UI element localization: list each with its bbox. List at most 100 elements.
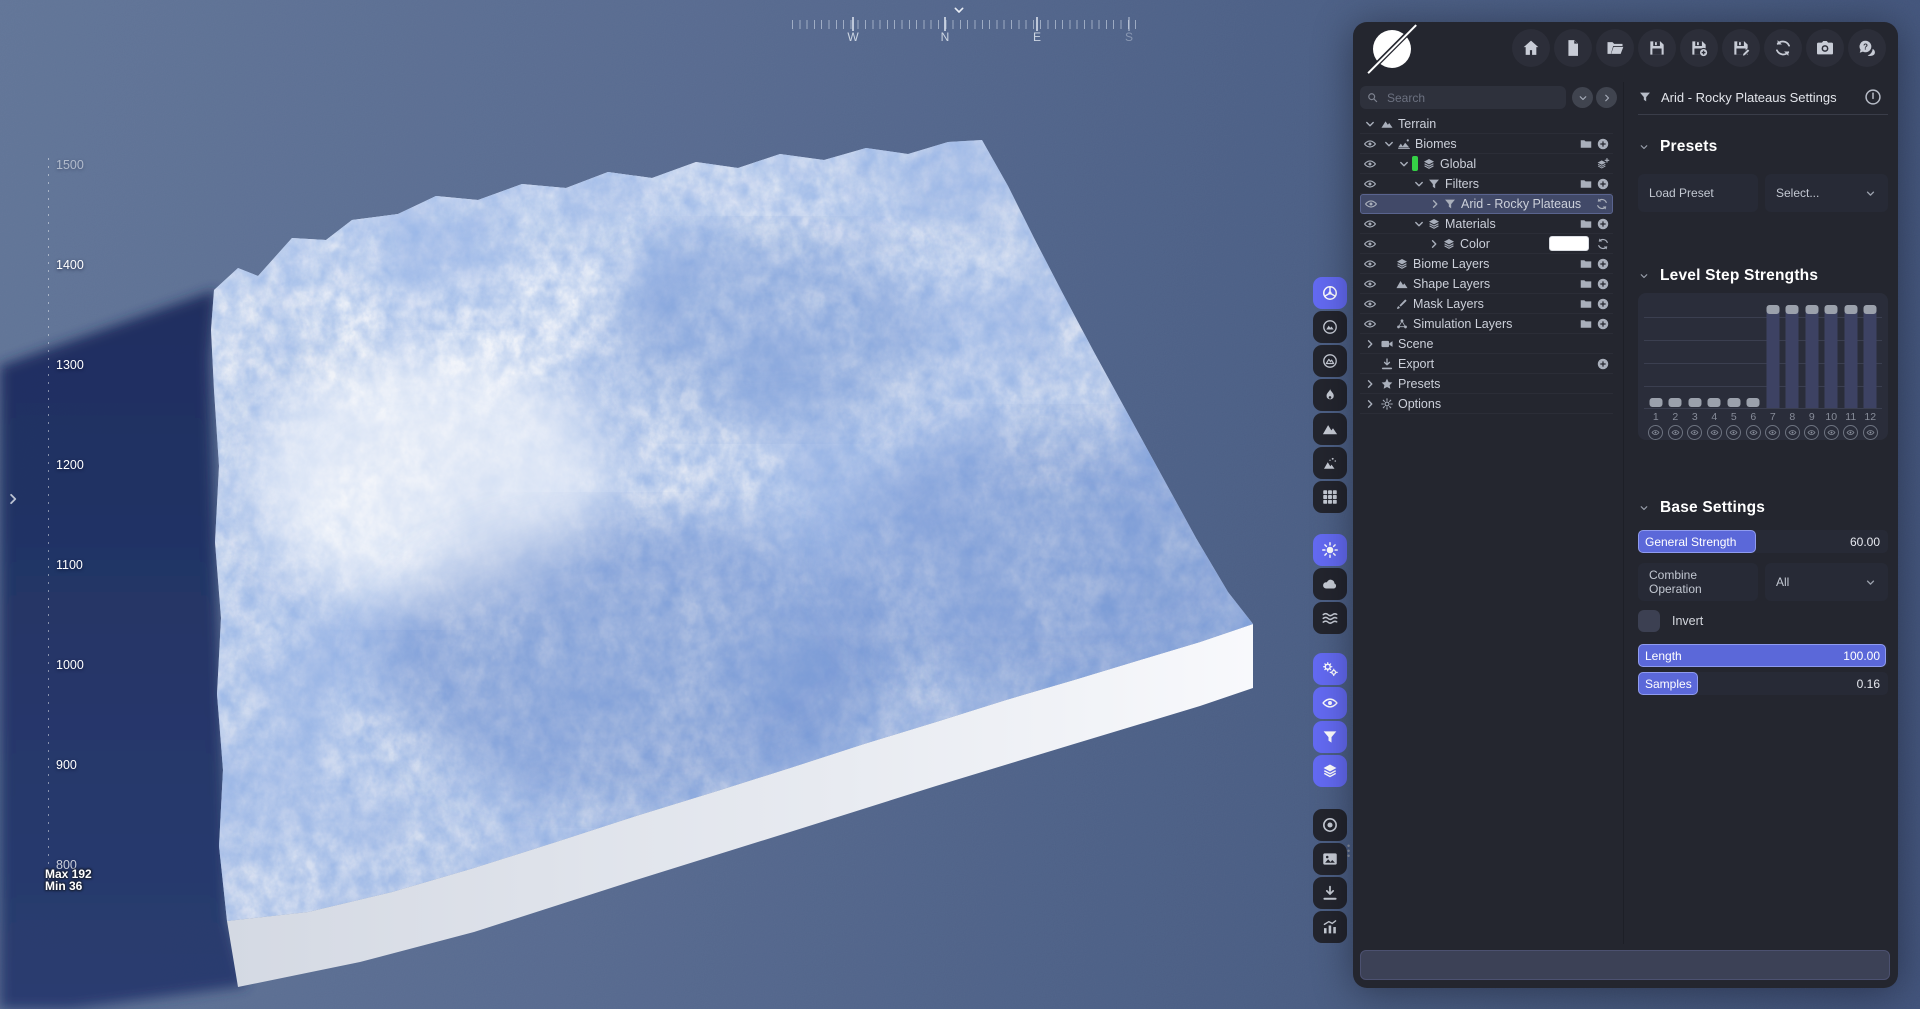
level-step-slider[interactable] (1666, 305, 1686, 409)
slider-handle[interactable] (1727, 398, 1740, 407)
tool-layers-button[interactable] (1313, 755, 1347, 787)
tool-sun-lighting-button[interactable] (1313, 534, 1347, 566)
chevron-down-icon[interactable] (1382, 137, 1396, 151)
level-step-slider[interactable] (1861, 305, 1881, 409)
tool-terrain-sphere-wire-button[interactable] (1313, 345, 1347, 377)
tree-row[interactable]: Simulation Layers (1360, 314, 1613, 334)
level-step-slider[interactable] (1783, 305, 1803, 409)
base-section-header[interactable]: Base Settings (1638, 499, 1765, 517)
slider-handle[interactable] (1649, 398, 1662, 407)
level-eye-toggle[interactable] (1785, 425, 1800, 440)
tree-row[interactable]: Mask Layers (1360, 294, 1613, 314)
chevron-right-icon[interactable] (1363, 377, 1377, 391)
sync-icon[interactable] (1596, 237, 1610, 251)
tool-snapshot-button[interactable] (1313, 843, 1347, 875)
chevron-right-icon[interactable] (1428, 197, 1442, 211)
slider-handle[interactable] (1844, 305, 1857, 314)
level-step-slider[interactable] (1841, 305, 1861, 409)
app-logo[interactable] (1370, 27, 1414, 71)
add-icon[interactable] (1596, 217, 1610, 231)
add-icon[interactable] (1596, 357, 1610, 371)
tree-row[interactable]: Materials (1360, 214, 1613, 234)
tree-row[interactable]: Terrain (1360, 114, 1613, 134)
combine-operation-select[interactable]: All (1765, 563, 1888, 601)
add-icon[interactable] (1596, 137, 1610, 151)
chevron-right-icon[interactable] (1363, 397, 1377, 411)
add-icon[interactable] (1596, 317, 1610, 331)
panel-resize-handle[interactable]: ••• (1347, 844, 1350, 859)
chevron-down-icon[interactable] (1412, 217, 1426, 231)
level-eye-toggle[interactable] (1824, 425, 1839, 440)
slider-handle[interactable] (1708, 398, 1721, 407)
add-icon[interactable] (1596, 177, 1610, 191)
chevron-right-icon[interactable] (1427, 237, 1441, 251)
level-step-slider[interactable] (1705, 305, 1725, 409)
visibility-eye-icon[interactable] (1363, 317, 1377, 331)
open-project-button[interactable] (1596, 29, 1634, 67)
visibility-eye-icon[interactable] (1363, 237, 1377, 251)
expand-all-button[interactable] (1596, 87, 1617, 108)
regenerate-button[interactable] (1764, 29, 1802, 67)
folder-icon[interactable] (1579, 277, 1593, 291)
tool-visibility-button[interactable] (1313, 687, 1347, 719)
new-file-button[interactable] (1554, 29, 1592, 67)
general-strength-slider[interactable]: General Strength 60.00 (1638, 530, 1888, 553)
tree-row[interactable]: Color (1360, 234, 1613, 254)
tool-mountain-shape-button[interactable] (1313, 413, 1347, 445)
level-eye-toggle[interactable] (1863, 425, 1878, 440)
tool-clouds-button[interactable] (1313, 568, 1347, 600)
stack-plus-icon[interactable] (1596, 157, 1610, 171)
level-step-slider[interactable] (1724, 305, 1744, 409)
folder-icon[interactable] (1579, 137, 1593, 151)
visibility-eye-icon[interactable] (1363, 137, 1377, 151)
level-eye-toggle[interactable] (1707, 425, 1722, 440)
chevron-down-icon[interactable] (1412, 177, 1426, 191)
chevron-down-icon[interactable] (1363, 117, 1377, 131)
presets-section-header[interactable]: Presets (1638, 138, 1717, 156)
folder-icon[interactable] (1579, 177, 1593, 191)
chevron-down-icon[interactable] (1397, 157, 1411, 171)
add-icon[interactable] (1596, 277, 1610, 291)
level-eye-toggle[interactable] (1843, 425, 1858, 440)
tool-erosion-button[interactable] (1313, 379, 1347, 411)
samples-slider[interactable]: Samples 0.16 (1638, 672, 1888, 695)
tool-filters-button[interactable] (1313, 721, 1347, 753)
tree-row[interactable]: Export (1360, 354, 1613, 374)
visibility-eye-icon[interactable] (1363, 217, 1377, 231)
folder-icon[interactable] (1579, 217, 1593, 231)
level-eye-toggle[interactable] (1687, 425, 1702, 440)
tool-navigation-ball-button[interactable] (1313, 277, 1347, 309)
level-eye-toggle[interactable] (1726, 425, 1741, 440)
slider-handle[interactable] (1805, 305, 1818, 314)
search-input[interactable] (1385, 90, 1539, 106)
length-slider[interactable]: Length 100.00 (1638, 644, 1888, 667)
tree-row[interactable]: Arid - Rocky Plateaus (1360, 194, 1613, 214)
slider-handle[interactable] (1747, 398, 1760, 407)
tool-export-download-button[interactable] (1313, 877, 1347, 909)
visibility-eye-icon[interactable] (1363, 157, 1377, 171)
tool-statistics-button[interactable] (1313, 911, 1347, 943)
folder-icon[interactable] (1579, 317, 1593, 331)
visibility-eye-icon[interactable] (1364, 197, 1378, 211)
tree-row[interactable]: Filters (1360, 174, 1613, 194)
invert-checkbox[interactable] (1638, 610, 1660, 632)
visibility-eye-icon[interactable] (1363, 297, 1377, 311)
tool-water-button[interactable] (1313, 602, 1347, 634)
folder-icon[interactable] (1579, 297, 1593, 311)
tree-row[interactable]: Shape Layers (1360, 274, 1613, 294)
level-eye-toggle[interactable] (1746, 425, 1761, 440)
chevron-right-icon[interactable] (1363, 337, 1377, 351)
level-step-slider[interactable] (1763, 305, 1783, 409)
folder-icon[interactable] (1579, 257, 1593, 271)
tool-generators-button[interactable] (1313, 653, 1347, 685)
visibility-eye-icon[interactable] (1363, 277, 1377, 291)
tree-row[interactable]: Global (1360, 154, 1613, 174)
expand-left-panel-button[interactable] (4, 490, 22, 508)
slider-handle[interactable] (1669, 398, 1682, 407)
tree-row[interactable]: Biomes (1360, 134, 1613, 154)
visibility-eye-icon[interactable] (1363, 177, 1377, 191)
level-step-slider[interactable] (1802, 305, 1822, 409)
add-icon[interactable] (1596, 297, 1610, 311)
levels-section-header[interactable]: Level Step Strengths (1638, 267, 1818, 285)
save-button[interactable] (1638, 29, 1676, 67)
